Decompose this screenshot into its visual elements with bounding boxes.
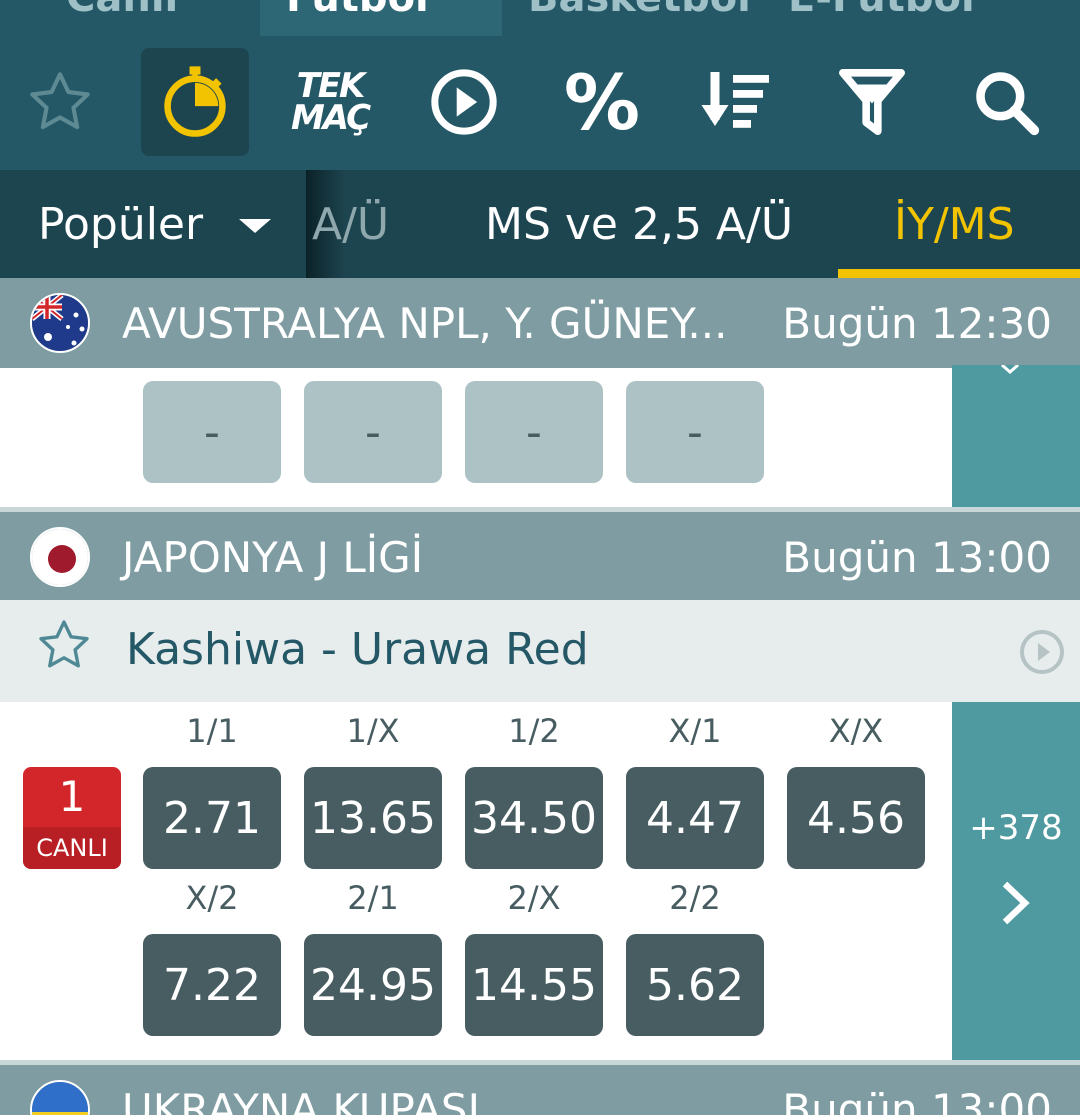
odd-button[interactable]: 2.71 — [143, 767, 281, 869]
odd-label: 1/1 — [186, 712, 238, 750]
tab-canli[interactable]: Canlı — [40, 0, 260, 36]
league-header-ukraine[interactable]: UKRAYNA KUPASI Bugün 13:00 — [0, 1065, 1080, 1115]
timer-button[interactable] — [141, 48, 249, 156]
stopwatch-icon — [164, 66, 226, 137]
odd-label: X/2 — [185, 879, 239, 917]
live-stream-button[interactable] — [410, 48, 518, 156]
live-label: CANLI — [23, 827, 121, 869]
filter-button[interactable] — [818, 48, 926, 156]
favorites-button[interactable] — [6, 48, 114, 156]
league-header-japan[interactable]: JAPONYA J LİGİ Bugün 13:00 — [0, 512, 1080, 602]
tab-futbol[interactable]: Futbol — [260, 0, 502, 36]
tek-mac-button[interactable]: TEK MAÇ — [276, 48, 384, 156]
odd-label: 2/1 — [347, 879, 399, 917]
chevron-right-icon — [1002, 881, 1030, 925]
australia-flag-icon — [30, 293, 90, 353]
odd-button: - — [143, 381, 281, 483]
match-teams: Kashiwa - Urawa Red — [126, 624, 589, 675]
market-tabs: Popüler A/Ü MS ve 2,5 A/Ü İY/MS — [0, 170, 1080, 278]
star-outline-icon[interactable] — [35, 616, 93, 674]
odd-button[interactable]: 13.65 — [304, 767, 442, 869]
percent-button[interactable]: % — [548, 48, 656, 156]
league-time: Bugün 13:00 — [782, 1085, 1052, 1115]
toolbar: TEK MAÇ % — [0, 36, 1080, 170]
market-dropdown[interactable]: Popüler — [0, 170, 306, 278]
odd-button: - — [626, 381, 764, 483]
filter-funnel-icon — [839, 69, 905, 135]
search-button[interactable] — [952, 48, 1060, 156]
league-name: AVUSTRALYA NPL, Y. GÜNEY... — [122, 298, 728, 348]
active-tab-indicator — [838, 269, 1080, 278]
more-markets-panel[interactable] — [952, 365, 1080, 507]
odd-button: - — [304, 381, 442, 483]
live-badge: 1 CANLI — [23, 767, 121, 869]
more-markets-count: +378 — [969, 808, 1063, 848]
odd-button[interactable]: 34.50 — [465, 767, 603, 869]
japan-flag-icon — [30, 527, 90, 587]
search-icon — [976, 72, 1040, 136]
odd-label: 1/X — [346, 712, 400, 750]
live-minute: 1 — [58, 772, 86, 821]
odd-label: 2/X — [507, 879, 561, 917]
league-time: Bugün 12:30 — [782, 298, 1052, 348]
league-time: Bugün 13:00 — [782, 532, 1052, 582]
percent-icon: % — [563, 57, 641, 147]
tab-iy-ms[interactable]: İY/MS — [894, 170, 1015, 278]
odd-label: X/X — [828, 712, 884, 750]
tab-ms-ve-25-au[interactable]: MS ve 2,5 A/Ü — [485, 170, 793, 278]
odd-button[interactable]: 24.95 — [304, 934, 442, 1036]
odd-button[interactable]: 4.47 — [626, 767, 764, 869]
sort-descending-icon — [701, 72, 769, 128]
match-row[interactable]: Kashiwa - Urawa Red — [0, 600, 1080, 702]
tab-basketbol[interactable]: Basketbol — [502, 0, 762, 36]
ukraine-flag-icon — [30, 1080, 90, 1115]
odd-label: 1/2 — [508, 712, 560, 750]
odd-label: X/1 — [668, 712, 722, 750]
chevron-down-icon — [1001, 365, 1019, 374]
tab-au[interactable]: A/Ü — [312, 170, 389, 278]
odd-button[interactable]: 5.62 — [626, 934, 764, 1036]
play-circle-icon — [431, 69, 497, 135]
odd-button[interactable]: 4.56 — [787, 767, 925, 869]
tab-e-futbol[interactable]: E-Futbol — [762, 0, 1042, 36]
league-header-australia[interactable]: AVUSTRALYA NPL, Y. GÜNEY... Bugün 12:30 — [0, 278, 1080, 368]
tek-mac-line2: MAÇ — [290, 98, 371, 138]
sport-tabs: Canlı Futbol Basketbol E-Futbol — [0, 0, 1080, 36]
market-dropdown-label: Popüler — [38, 198, 204, 250]
odd-button: - — [465, 381, 603, 483]
league-name: JAPONYA J LİGİ — [122, 532, 424, 582]
odd-button[interactable]: 7.22 — [143, 934, 281, 1036]
odd-button[interactable]: 14.55 — [465, 934, 603, 1036]
chevron-down-icon — [239, 219, 272, 233]
star-outline-icon — [30, 72, 90, 130]
play-circle-icon[interactable] — [1018, 628, 1066, 676]
sort-button[interactable] — [682, 48, 790, 156]
odd-label: 2/2 — [669, 879, 721, 917]
league-name: UKRAYNA KUPASI — [122, 1085, 480, 1115]
